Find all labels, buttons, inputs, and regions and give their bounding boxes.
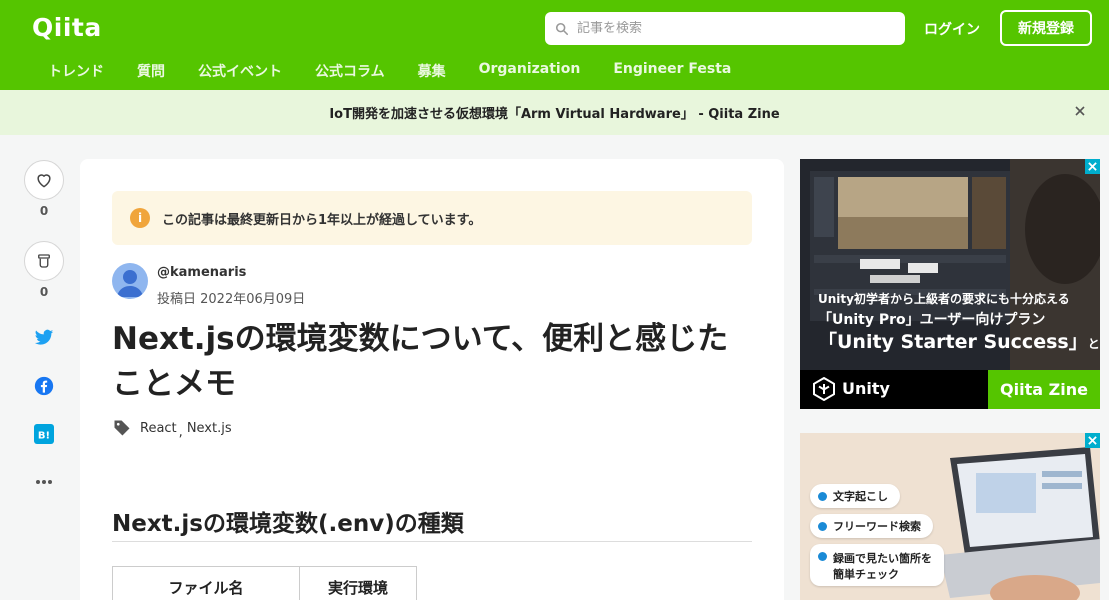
- info-icon: i: [130, 208, 150, 228]
- ad-transcription-tool[interactable]: 文字起こし フリーワード検索 録画で見たい箇所を 簡単チェック: [800, 433, 1100, 600]
- bullet-icon: [818, 552, 827, 561]
- close-icon[interactable]: [1072, 103, 1088, 119]
- nav-organization[interactable]: Organization: [479, 61, 581, 81]
- svg-text:B!: B!: [38, 431, 50, 442]
- ad-feature-line-2: 簡単チェック: [833, 568, 899, 581]
- bullet-icon: [818, 491, 827, 501]
- ad-headline-3: 「Unity Starter Success」とは: [818, 327, 1100, 354]
- signup-button[interactable]: 新規登録: [1000, 10, 1092, 46]
- nav-recruitment[interactable]: 募集: [418, 61, 446, 81]
- search-icon: [555, 22, 569, 35]
- ad-close-button[interactable]: [1085, 433, 1100, 448]
- nav-engineer-festa[interactable]: Engineer Festa: [613, 61, 731, 81]
- ad-feature-recording: 録画で見たい箇所を 簡単チェック: [810, 544, 944, 586]
- avatar[interactable]: [112, 263, 148, 299]
- nav-official-events[interactable]: 公式イベント: [198, 61, 282, 81]
- twitter-share-button[interactable]: [33, 327, 55, 349]
- close-icon: [1088, 436, 1097, 445]
- close-icon: [1088, 162, 1097, 171]
- heart-icon: [37, 174, 51, 188]
- more-icon: [36, 480, 52, 484]
- stock-icon: [38, 254, 50, 268]
- search-box[interactable]: [545, 12, 905, 45]
- facebook-share-button[interactable]: [33, 375, 55, 397]
- ad-feature-label: 文字起こし: [833, 490, 888, 503]
- announcement-banner: IoT開発を加速させる仮想環境「Arm Virtual Hardware」 - …: [0, 90, 1109, 135]
- nav-trend[interactable]: トレンド: [48, 61, 104, 81]
- ad-unity-starter-success[interactable]: Unity初学者から上級者の要求にも十分応える 「Unity Pro」ユーザー向…: [800, 159, 1100, 409]
- author-username[interactable]: @kamenaris: [157, 265, 246, 280]
- ad-feature-label: フリーワード検索: [833, 520, 921, 533]
- bullet-icon: [818, 521, 827, 531]
- user-avatar-icon: [117, 270, 143, 297]
- ad-headline-1: Unity初学者から上級者の要求にも十分応える: [818, 292, 1070, 306]
- title-line-1: Next.jsの環境変数について、便利と感じた: [112, 321, 729, 357]
- search-input[interactable]: [577, 21, 897, 36]
- like-count: 0: [39, 204, 49, 218]
- tag-nextjs[interactable]: Next.js: [187, 421, 232, 436]
- like-button[interactable]: [24, 160, 64, 200]
- tag-separator: ,: [178, 424, 183, 440]
- section-heading: Next.jsの環境変数(.env)の種類: [112, 511, 464, 537]
- ad-unity-brand: Unity: [842, 379, 890, 398]
- title-line-2: ことメモ: [112, 366, 236, 402]
- stock-button[interactable]: [24, 241, 64, 281]
- banner-link[interactable]: IoT開発を加速させる仮想環境「Arm Virtual Hardware」 - …: [329, 103, 779, 122]
- ad-feature-search: フリーワード検索: [810, 514, 933, 538]
- stock-count: 0: [39, 285, 49, 299]
- facebook-icon: [34, 376, 54, 396]
- ad-footer: Unity Qiita Zine: [800, 370, 1100, 409]
- hatena-bookmark-button[interactable]: B!: [33, 423, 55, 445]
- qiita-logo[interactable]: Qiita: [32, 13, 102, 42]
- unity-logo-icon: [813, 377, 835, 401]
- ad-headline-2: 「Unity Pro」ユーザー向けプラン: [818, 312, 1046, 328]
- more-options-button[interactable]: [33, 471, 55, 493]
- tag-list: React , Next.js: [112, 418, 232, 440]
- heading-divider: [112, 541, 752, 542]
- article-title: Next.jsの環境変数について、便利と感じた ことメモ: [112, 317, 752, 407]
- outdated-notice: i この記事は最終更新日から1年以上が経過しています。: [112, 191, 752, 245]
- article-card: i この記事は最終更新日から1年以上が経過しています。 @kamenaris 投…: [80, 159, 784, 600]
- notice-text: この記事は最終更新日から1年以上が経過しています。: [162, 212, 482, 228]
- twitter-icon: [34, 329, 54, 345]
- table-header-filename: ファイル名: [112, 566, 300, 600]
- site-header: Qiita ログイン 新規登録 トレンド 質問 公式イベント 公式コラム 募集 …: [0, 0, 1109, 90]
- posted-date: 投稿日 2022年06月09日: [157, 292, 306, 307]
- nav-official-columns[interactable]: 公式コラム: [315, 61, 385, 81]
- ad-close-button[interactable]: [1085, 159, 1100, 174]
- ad-feature-line-1: 録画で見たい箇所を: [833, 552, 932, 565]
- main-nav: トレンド 質問 公式イベント 公式コラム 募集 Organization Eng…: [48, 61, 764, 81]
- login-link[interactable]: ログイン: [924, 19, 980, 39]
- env-table: ファイル名 実行環境: [112, 566, 417, 600]
- ad-feature-label: 録画で見たい箇所を 簡単チェック: [833, 550, 932, 582]
- ad-feature-transcription: 文字起こし: [810, 484, 900, 508]
- table-header-environment: 実行環境: [299, 566, 417, 600]
- ad-qiita-zine-brand: Qiita Zine: [988, 370, 1100, 409]
- ad-headline-3-main: 「Unity Starter Success」: [818, 331, 1088, 353]
- ad-headline-3-suffix: とは: [1087, 337, 1100, 351]
- tag-react[interactable]: React: [140, 421, 177, 436]
- tag-icon: [114, 420, 130, 436]
- hatena-bookmark-icon: B!: [34, 424, 54, 444]
- nav-questions[interactable]: 質問: [137, 61, 165, 81]
